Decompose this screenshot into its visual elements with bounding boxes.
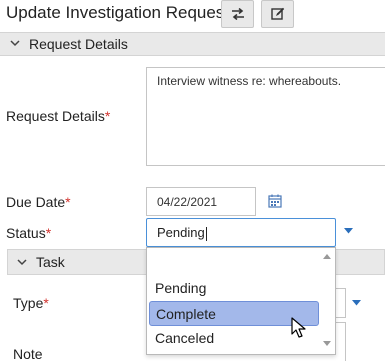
- type-label: Type*: [13, 295, 49, 311]
- note-label-text: Note: [13, 346, 43, 361]
- section-label: Request Details: [29, 36, 128, 52]
- required-marker: *: [43, 295, 49, 311]
- title-bar: Update Investigation Request: [0, 0, 385, 30]
- request-details-label: Request Details*: [6, 108, 110, 124]
- chevron-down-icon: [10, 40, 20, 47]
- request-details-textarea[interactable]: Interview witness re: whereabouts.: [146, 67, 385, 166]
- request-details-label-text: Request Details: [6, 108, 105, 124]
- scroll-up-icon[interactable]: [323, 254, 331, 259]
- edit-button[interactable]: [261, 0, 294, 28]
- section-label: Task: [36, 254, 65, 270]
- text-caret: [205, 226, 207, 241]
- note-label: Note: [13, 346, 43, 361]
- due-date-input[interactable]: 04/22/2021: [146, 187, 256, 216]
- dropdown-arrow-icon[interactable]: [352, 300, 361, 306]
- status-label-text: Status: [6, 225, 46, 241]
- dropdown-arrow-icon[interactable]: [344, 228, 353, 234]
- swap-arrows-icon: [231, 8, 244, 20]
- swap-button[interactable]: [221, 0, 254, 28]
- required-marker: *: [104, 108, 111, 124]
- edit-icon: [270, 7, 284, 20]
- scroll-down-icon[interactable]: [323, 341, 331, 346]
- status-combobox-input[interactable]: Pending: [146, 218, 336, 247]
- status-label: Status*: [6, 225, 51, 241]
- section-request-details[interactable]: Request Details: [0, 32, 385, 56]
- page-title: Update Investigation Request: [6, 3, 230, 22]
- update-investigation-request-dialog: Update Investigation Request Request Det…: [0, 0, 385, 361]
- status-option-pending[interactable]: Pending: [149, 276, 319, 301]
- type-label-text: Type: [13, 295, 44, 311]
- chevron-down-icon: [17, 259, 27, 266]
- due-date-label: Due Date*: [6, 194, 71, 210]
- calendar-icon[interactable]: [268, 194, 282, 208]
- dropdown-scrollbar[interactable]: [319, 248, 335, 354]
- required-marker: *: [45, 225, 52, 241]
- status-input-value: Pending: [157, 225, 205, 240]
- status-option-empty[interactable]: [149, 251, 319, 276]
- required-marker: *: [65, 194, 71, 210]
- due-date-label-text: Due Date: [6, 194, 66, 210]
- mouse-pointer-icon: [291, 317, 306, 338]
